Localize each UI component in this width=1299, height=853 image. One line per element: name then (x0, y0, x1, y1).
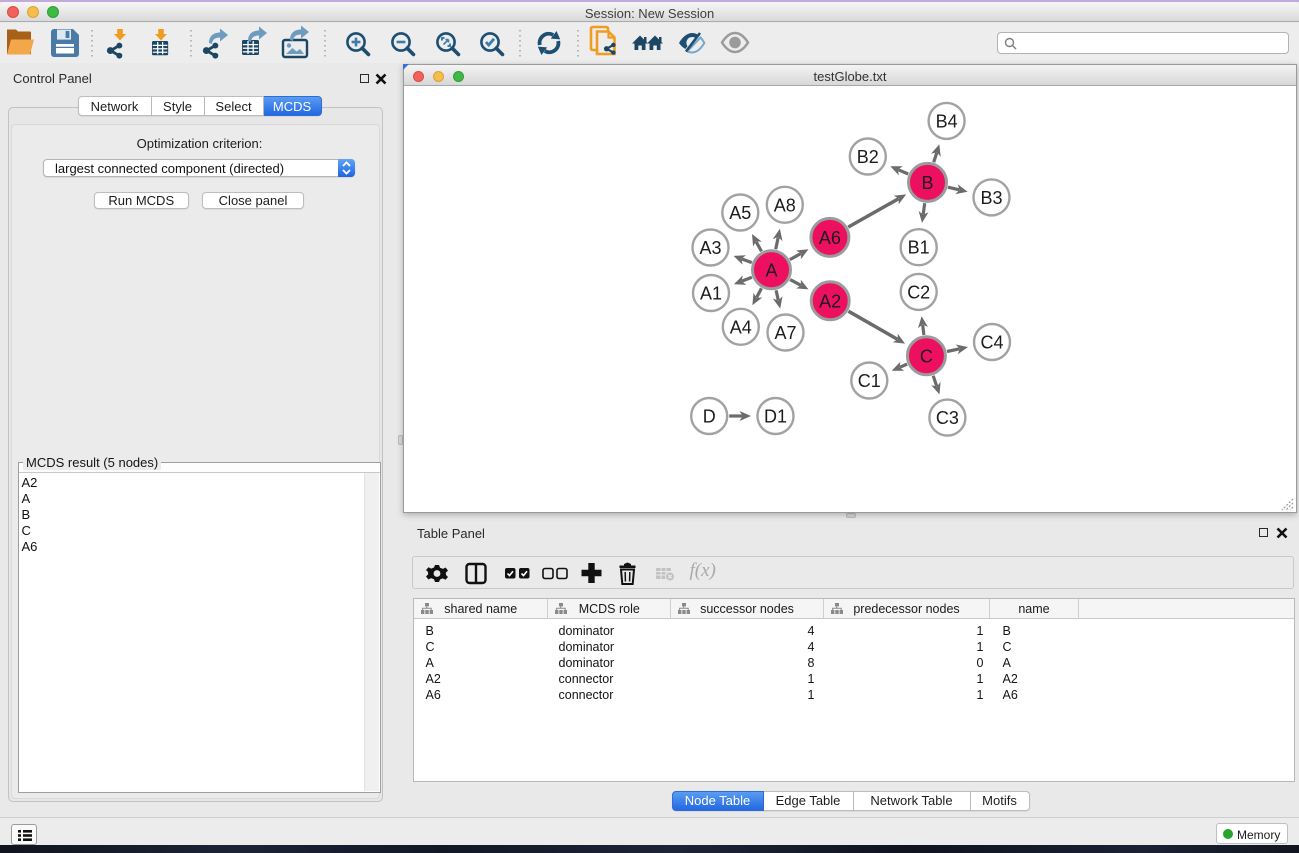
svg-text:A7: A7 (774, 323, 796, 343)
svg-text:B: B (921, 173, 933, 193)
svg-text:D1: D1 (764, 407, 787, 427)
svg-text:C4: C4 (980, 333, 1003, 353)
svg-text:A3: A3 (699, 238, 721, 258)
svg-text:A1: A1 (700, 284, 722, 304)
svg-text:A8: A8 (774, 195, 796, 215)
svg-text:A4: A4 (730, 317, 752, 337)
svg-text:D: D (703, 407, 716, 427)
svg-text:B2: B2 (857, 147, 879, 167)
svg-text:B4: B4 (936, 111, 958, 131)
svg-text:B3: B3 (980, 188, 1002, 208)
svg-text:C3: C3 (936, 408, 959, 428)
svg-text:A6: A6 (819, 228, 841, 248)
svg-text:C2: C2 (907, 282, 930, 302)
svg-text:A2: A2 (819, 291, 841, 311)
svg-text:A: A (765, 260, 777, 280)
svg-text:B1: B1 (908, 238, 930, 258)
svg-text:C1: C1 (858, 371, 881, 391)
svg-text:A5: A5 (729, 203, 751, 223)
svg-text:C: C (920, 346, 933, 366)
